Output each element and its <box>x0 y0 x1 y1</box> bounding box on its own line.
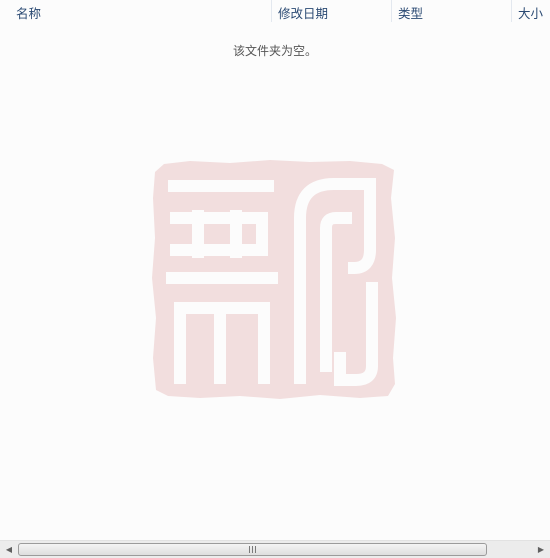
scroll-left-button[interactable]: ◀ <box>1 542 17 558</box>
scroll-right-button[interactable]: ▶ <box>533 542 549 558</box>
grip-icon <box>248 546 257 553</box>
column-header-date-label: 修改日期 <box>278 6 329 21</box>
sort-ascending-icon: ^ <box>146 0 154 7</box>
explorer-file-list: 名称 ^ 修改日期 类型 大小 该文件夹为空。 ◀ ▶ <box>0 0 550 558</box>
seal-stamp-icon <box>150 158 398 404</box>
column-header-bar: 名称 ^ 修改日期 类型 大小 <box>0 0 550 26</box>
horizontal-scrollbar[interactable]: ◀ ▶ <box>0 540 550 558</box>
empty-folder-message: 该文件夹为空。 <box>232 44 317 58</box>
scrollbar-thumb[interactable] <box>18 543 487 556</box>
triangle-left-icon: ◀ <box>5 545 13 554</box>
column-header-name-label: 名称 <box>16 6 42 21</box>
column-header-size-label: 大小 <box>518 6 544 21</box>
column-header-type-label: 类型 <box>398 6 424 21</box>
column-header-size[interactable]: 大小 <box>512 0 550 26</box>
column-header-name[interactable]: 名称 ^ <box>10 0 270 26</box>
column-header-date-modified[interactable]: 修改日期 <box>272 0 390 26</box>
column-header-type[interactable]: 类型 <box>392 0 510 26</box>
triangle-right-icon: ▶ <box>537 545 545 554</box>
